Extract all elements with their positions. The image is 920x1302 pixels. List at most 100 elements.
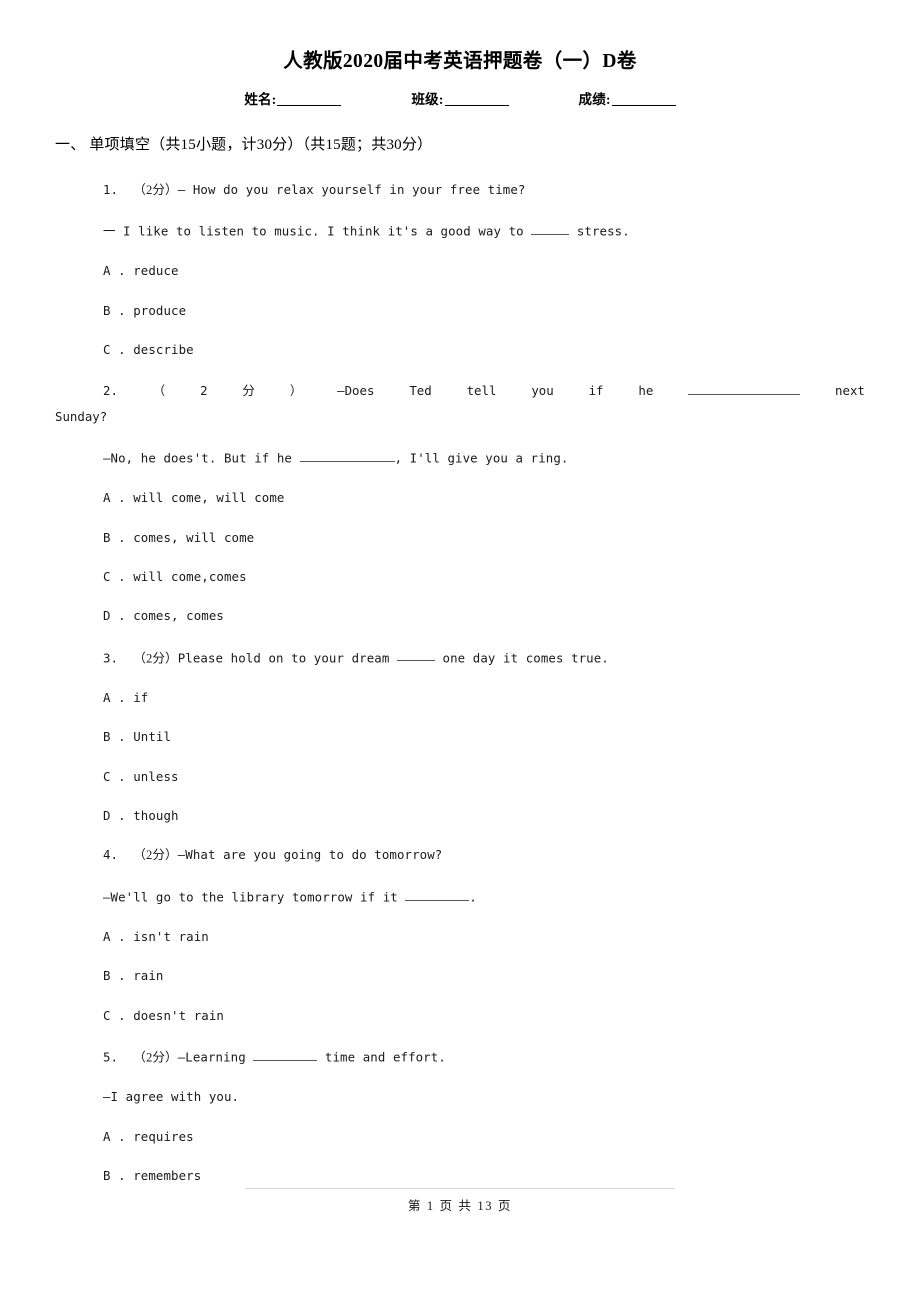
question-3-stem: 3. （2分）Please hold on to your dream one …: [55, 650, 865, 665]
option-letter: A .: [103, 689, 126, 705]
question-5-stem-post: time and effort.: [324, 1049, 446, 1065]
question-1-stem: 1. （2分）— How do you relax yourself in yo…: [55, 181, 865, 197]
option-letter: A .: [103, 263, 126, 279]
class-field: 班级:: [411, 88, 509, 108]
class-label: 班级:: [411, 92, 444, 108]
question-1-number: 1.: [103, 181, 119, 197]
option-text: reduce: [133, 263, 179, 279]
exam-page: 人教版2020届中考英语押题卷（一）D卷 姓名: 班级: 成绩: 一、 单项填空…: [0, 0, 920, 1302]
question-4-stem-text: —What are you going to do tomorrow?: [177, 847, 443, 863]
question-2-tail: next: [835, 383, 865, 399]
question-4-points: （2分）: [133, 848, 178, 863]
question-2-stem-wrap: Sunday?: [55, 408, 108, 424]
question-4-reply-post: .: [469, 889, 477, 905]
question-1-option-a[interactable]: A . reduce: [55, 265, 865, 277]
question-4-option-a[interactable]: A . isn't rain: [55, 929, 865, 944]
question-2-option-b[interactable]: B . comes, will come: [55, 529, 865, 545]
page-number: 第 1 页 共 13 页: [407, 1199, 513, 1213]
question-5-option-b[interactable]: B . remembers: [55, 1168, 865, 1184]
option-letter: C .: [103, 768, 126, 784]
question-2-option-d[interactable]: D . comes, comes: [55, 610, 865, 622]
question-5-blank[interactable]: [253, 1049, 318, 1061]
name-blank[interactable]: [277, 105, 342, 107]
question-1-points: （2分）: [133, 182, 178, 197]
option-letter: A .: [103, 1128, 126, 1144]
option-letter: C .: [103, 342, 126, 358]
question-4-blank[interactable]: [405, 889, 470, 901]
question-2-points-unit: 分: [242, 384, 255, 399]
question-2-points-value: 2: [200, 383, 208, 399]
question-2-reply-blank[interactable]: [299, 450, 395, 462]
option-text: comes, will come: [133, 529, 255, 545]
question-3-option-d[interactable]: D . though: [55, 808, 865, 824]
option-letter: C .: [103, 1007, 126, 1023]
option-text: Until: [133, 729, 172, 745]
option-text: describe: [133, 342, 194, 358]
question-3: 3. （2分）Please hold on to your dream one …: [55, 650, 865, 823]
question-4-reply-pre: —We'll go to the library tomorrow if it: [103, 889, 398, 905]
question-1-reply-post: stress.: [576, 224, 630, 239]
question-3-points: （2分）: [133, 651, 178, 666]
question-5-reply: —I agree with you.: [103, 1089, 240, 1105]
option-text: doesn't rain: [133, 1007, 224, 1023]
option-letter: B .: [103, 1168, 126, 1184]
question-1: 1. （2分）— How do you relax yourself in yo…: [55, 181, 865, 357]
page-title: 人教版2020届中考英语押题卷（一）D卷: [283, 51, 637, 72]
option-letter: A .: [103, 490, 126, 506]
option-letter: B .: [103, 729, 126, 745]
name-field: 姓名:: [244, 88, 342, 108]
question-4-reply: —We'll go to the library tomorrow if it …: [55, 889, 865, 904]
question-5-stem-pre: —Learning: [177, 1049, 246, 1065]
question-4-option-b[interactable]: B . rain: [55, 970, 865, 982]
question-3-stem-pre: Please hold on to your dream: [177, 650, 390, 666]
question-2-reply-post: , I'll give you a ring.: [394, 450, 569, 466]
option-text: comes, comes: [133, 608, 224, 624]
class-blank[interactable]: [444, 105, 509, 107]
question-2-reply: —No, he does't. But if he , I'll give yo…: [55, 450, 865, 465]
question-1-reply-pre: 一 I like to listen to music. I think it'…: [103, 224, 524, 239]
question-2-token-0: —Does: [337, 383, 375, 399]
question-2-token-1: Ted: [409, 383, 432, 399]
option-text: will come,comes: [133, 568, 247, 584]
option-letter: D .: [103, 608, 126, 624]
option-letter: B .: [103, 529, 126, 545]
option-text: isn't rain: [133, 929, 209, 944]
option-text: produce: [133, 302, 187, 318]
question-2-option-a[interactable]: A . will come, will come: [55, 490, 865, 506]
question-3-option-c[interactable]: C . unless: [55, 768, 865, 784]
option-text: rain: [133, 968, 164, 984]
question-1-option-c[interactable]: C . describe: [55, 344, 865, 356]
page-footer: 第 1 页 共 13 页: [0, 1188, 920, 1214]
question-2-points-open: （: [152, 383, 166, 399]
question-2-token-4: if: [588, 383, 604, 399]
option-letter: D .: [103, 808, 126, 824]
question-2-stem: 2. （ 2 分 ） —Does Ted tell you if he next: [55, 384, 865, 398]
question-2-option-c[interactable]: C . will come,comes: [55, 568, 865, 584]
question-5-points: （2分）: [133, 1050, 178, 1065]
option-text: though: [133, 808, 179, 824]
question-1-stem-text: — How do you relax yourself in your free…: [177, 181, 526, 197]
option-letter: C .: [103, 568, 126, 584]
section-heading: 一、 单项填空（共15小题，计30分）（共15题；共30分）: [55, 137, 433, 154]
score-field: 成绩:: [579, 88, 676, 108]
question-4-option-c[interactable]: C . doesn't rain: [55, 1007, 865, 1023]
question-4: 4. （2分）—What are you going to do tomorro…: [55, 849, 865, 1022]
question-4-stem: 4. （2分）—What are you going to do tomorro…: [55, 849, 865, 862]
question-3-stem-post: one day it comes true.: [442, 650, 609, 666]
question-5-option-a[interactable]: A . requires: [55, 1128, 865, 1144]
option-letter: B .: [103, 968, 126, 984]
question-4-number: 4.: [103, 847, 119, 863]
name-label: 姓名:: [244, 92, 277, 108]
option-text: remembers: [133, 1168, 202, 1184]
question-1-blank[interactable]: [531, 223, 570, 235]
question-3-number: 3.: [103, 650, 119, 666]
question-1-option-b[interactable]: B . produce: [55, 302, 865, 318]
student-info-row: 姓名: 班级: 成绩:: [55, 88, 865, 108]
question-3-option-b[interactable]: B . Until: [55, 731, 865, 743]
footer-divider: [245, 1188, 675, 1189]
score-blank[interactable]: [611, 105, 676, 107]
question-3-blank[interactable]: [396, 650, 435, 662]
question-2-token-5: he: [638, 383, 654, 399]
question-3-option-a[interactable]: A . if: [55, 689, 865, 705]
question-2-blank[interactable]: [688, 384, 801, 396]
